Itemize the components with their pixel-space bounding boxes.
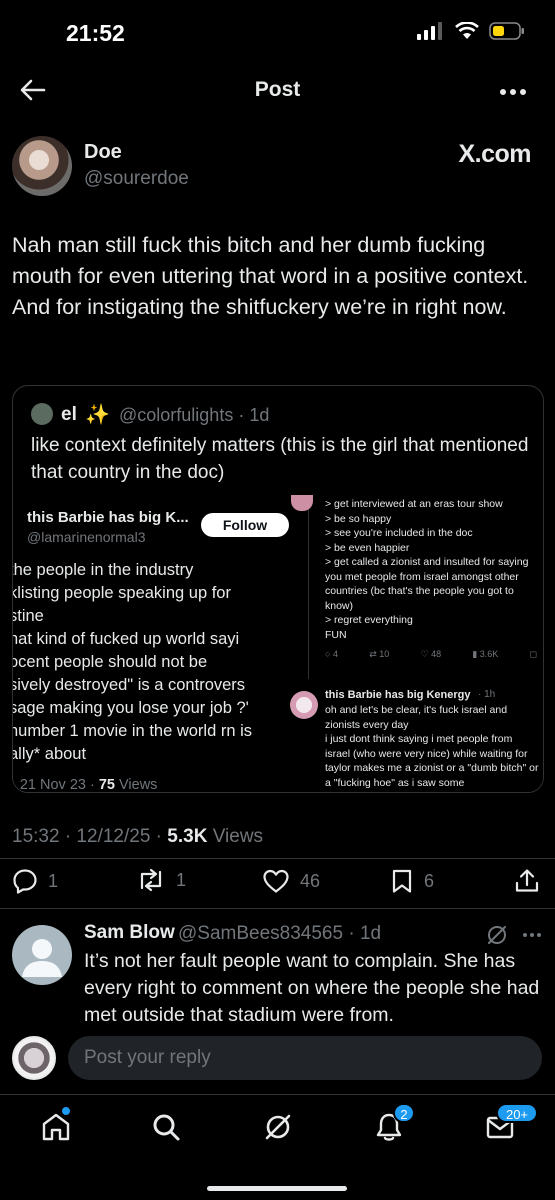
notifications-badge: 2 [393, 1103, 415, 1123]
reply-avatar[interactable] [12, 925, 72, 985]
media-left-line: number 1 movie in the world rn is [12, 722, 253, 740]
media-like-count: ♡ 48 [420, 649, 442, 659]
views-label: Views [207, 826, 264, 847]
repost-count: 1 [176, 869, 187, 890]
grok-icon[interactable] [486, 924, 508, 946]
status-bar: 21:52 [0, 0, 555, 62]
media-left-line: sage making you lose your job ?' [12, 699, 249, 717]
signal-icon [417, 22, 442, 40]
media-follow-button: Follow [201, 513, 289, 537]
default-avatar-icon [22, 939, 62, 977]
post-timestamp: 15:32 · 12/12/25 · 5.3K Views [12, 826, 263, 848]
media-left-line: klisting people speaking up for [12, 584, 231, 602]
media-right-line: > be even happier [325, 541, 410, 554]
media-left-line: ocent people should not be [12, 653, 208, 671]
author-avatar[interactable] [12, 136, 72, 196]
media-left-views: 75 [98, 777, 115, 793]
quoted-media[interactable]: this Barbie has big K... @lamarinenormal… [12, 495, 543, 793]
quoted-avatar [31, 403, 53, 425]
author-name[interactable]: Doe [84, 141, 122, 164]
media-right-time: · 1h [478, 689, 496, 700]
page-title: Post [254, 78, 301, 101]
media-right-line: > get called a zionist and insulted for … [325, 556, 529, 612]
bookmark-count: 6 [424, 870, 435, 891]
battery-icon [489, 22, 524, 40]
reply-author-handle[interactable]: @SamBees834565 · 1d [178, 923, 381, 945]
top-nav: Post [0, 62, 555, 118]
repost-icon [140, 868, 162, 892]
post-text: Nah man still fuck this bitch and her du… [12, 233, 529, 319]
like-button[interactable]: 46 [262, 868, 320, 894]
media-reply-count: ○ 4 [325, 649, 338, 659]
media-bookmark-icon: ◻ [529, 649, 537, 659]
like-count: 46 [300, 870, 321, 891]
status-icons [417, 22, 525, 40]
views-count: 5.3K [167, 826, 208, 847]
media-repost-count: ⇄ 10 [369, 649, 390, 659]
media-right-avatar-2 [290, 691, 318, 719]
home-dot [60, 1105, 72, 1117]
media-left-line: ally* about [12, 745, 87, 763]
sparkle-emoji: ✨ [85, 404, 110, 426]
home-indicator [207, 1186, 347, 1191]
my-avatar [12, 1036, 56, 1080]
bookmark-button[interactable]: 6 [390, 868, 434, 894]
media-left-line: the people in the industry [12, 561, 194, 579]
messages-badge: 20+ [496, 1103, 538, 1123]
thread-line [308, 499, 309, 679]
media-right-line: > be so happy [325, 512, 392, 525]
media-right-avatar [291, 495, 313, 511]
media-right-text: > get interviewed at an eras tour show >… [325, 497, 535, 628]
media-left-line: stine [12, 607, 44, 625]
reply-composer: Post your reply [0, 1024, 555, 1094]
reply-icon [13, 869, 37, 894]
media-right-line: > get interviewed at an eras tour show [325, 498, 503, 510]
share-icon [515, 869, 539, 892]
search-icon[interactable] [150, 1111, 182, 1143]
quoted-post[interactable]: el ✨ @colorfulights · 1d like context de… [12, 385, 544, 793]
media-view-count: ▮ 3.6K [472, 649, 499, 659]
media-left-line: hat kind of fucked up world sayi [12, 630, 240, 648]
watermark: X.com [458, 140, 531, 168]
divider [0, 908, 555, 909]
reply-text: It’s not her fault people want to compla… [84, 950, 540, 1026]
quoted-author-name: el [61, 404, 77, 425]
wifi-icon [455, 22, 479, 39]
bottom-tab-bar: 2 20+ [0, 1094, 555, 1200]
like-icon [263, 869, 289, 893]
reply-more-icon[interactable] [522, 932, 542, 938]
media-right-line: > see you're included in the doc [325, 527, 473, 539]
media-left-text: the people in the industry klisting peop… [12, 559, 289, 766]
media-left-line: sively destroyed" is a controvers [12, 676, 246, 694]
status-time: 21:52 [66, 20, 125, 46]
reply-count: 1 [48, 870, 59, 891]
divider [0, 858, 555, 859]
reply-input[interactable]: Post your reply [68, 1036, 542, 1080]
media-right-fun: FUN [325, 629, 347, 641]
reply-author-name[interactable]: Sam Blow [84, 922, 175, 944]
quoted-author-handle: @colorfulights · 1d [119, 405, 270, 425]
media-left-meta: · 21 Nov 23 · 75 Views [12, 777, 158, 793]
media-right-actions: ○ 4 ⇄ 10 ♡ 48 ▮ 3.6K ◻ [325, 649, 537, 660]
bookmark-icon [392, 869, 412, 893]
post-actions: 1 1 46 6 [0, 862, 555, 902]
media-right-line: > regret everything [325, 614, 413, 626]
media-right-name: this Barbie has big Kenergy [325, 689, 471, 701]
author-handle[interactable]: @sourerdoe [84, 168, 189, 190]
share-button[interactable] [514, 868, 540, 894]
repost-button[interactable]: 1 [136, 868, 186, 892]
reply-button[interactable]: 1 [12, 868, 58, 894]
media-left-name: this Barbie has big K... [27, 509, 189, 526]
media-left-date: · 21 Nov 23 · [12, 777, 99, 793]
post-time: 15:32 · 12/12/25 · [12, 826, 168, 847]
media-right-text-2: oh and let's be clear, it's fuck israel … [325, 704, 539, 789]
grok-tab-icon[interactable] [262, 1111, 294, 1143]
more-icon[interactable] [499, 88, 527, 96]
quoted-text: like context definitely matters (this is… [31, 435, 529, 483]
media-left-handle: @lamarinenormal3 [27, 529, 146, 545]
media-left-views-label: Views [114, 777, 158, 793]
